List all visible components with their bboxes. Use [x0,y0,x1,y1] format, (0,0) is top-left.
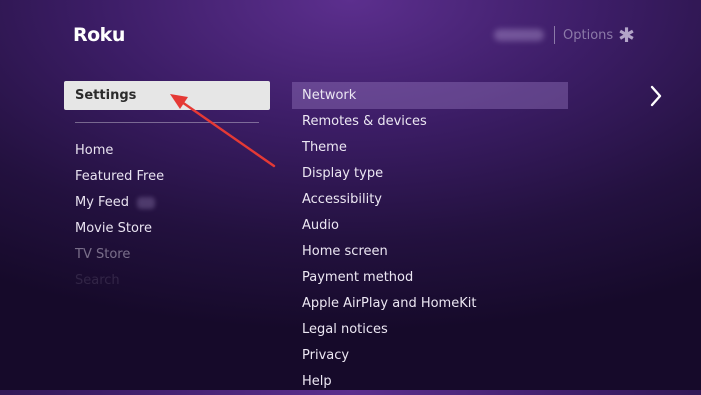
settings-item-remotes-devices[interactable]: Remotes & devices [302,109,476,135]
settings-item-label: Legal notices [302,322,388,337]
settings-item-label: Accessibility [302,192,382,207]
settings-item-audio[interactable]: Audio [302,213,476,239]
settings-item-theme[interactable]: Theme [302,135,476,161]
sidebar-divider [75,122,259,123]
settings-item-help[interactable]: Help [302,369,476,395]
settings-item-label: Remotes & devices [302,114,427,129]
sidebar-item-home[interactable]: Home [75,138,164,164]
chevron-right-icon[interactable] [646,84,666,108]
options-bar: Options ✱ [494,25,635,45]
settings-item-accessibility[interactable]: Accessibility [302,187,476,213]
settings-item-label: Help [302,374,332,389]
settings-item-label: Audio [302,218,339,233]
settings-item-privacy[interactable]: Privacy [302,343,476,369]
settings-menu: Network Remotes & devices Theme Display … [302,82,476,395]
settings-item-label: Apple AirPlay and HomeKit [302,296,477,311]
sidebar-item-label: My Feed [75,195,130,210]
sidebar-item-label: Home [75,143,114,158]
sidebar-item-label: Movie Store [75,221,152,236]
sidebar-item-movie-store[interactable]: Movie Store [75,216,164,242]
options-label[interactable]: Options [563,28,613,43]
settings-item-legal-notices[interactable]: Legal notices [302,317,476,343]
sidebar-item-settings[interactable]: Settings [64,81,270,110]
sidebar-item-my-feed[interactable]: My Feed [75,190,164,216]
topbar-divider [554,26,555,44]
roku-home-screen: Roku Options ✱ Settings Home Featured Fr… [0,0,701,390]
roku-logo: Roku [73,24,125,46]
sidebar-item-label: Featured Free [75,169,165,184]
sidebar-item-search[interactable]: Search [75,268,164,294]
sidebar-item-featured-free[interactable]: Featured Free [75,164,164,190]
sidebar-menu: Home Featured Free My Feed Movie Store T… [75,138,164,294]
settings-item-label: Privacy [302,348,350,363]
settings-item-display-type[interactable]: Display type [302,161,476,187]
blurred-clock [494,29,544,41]
settings-item-home-screen[interactable]: Home screen [302,239,476,265]
asterisk-icon[interactable]: ✱ [618,25,635,45]
settings-item-label: Home screen [302,244,388,259]
sidebar-item-label: TV Store [75,247,131,262]
settings-item-network[interactable]: Network [302,82,476,109]
settings-item-label: Network [302,87,357,103]
settings-item-payment-method[interactable]: Payment method [302,265,476,291]
settings-item-label: Theme [302,140,347,155]
blurred-badge [137,197,156,209]
settings-item-label: Payment method [302,270,414,285]
settings-item-airplay-homekit[interactable]: Apple AirPlay and HomeKit [302,291,476,317]
sidebar-item-tv-store[interactable]: TV Store [75,242,164,268]
sidebar-item-label: Search [75,273,120,288]
settings-item-label: Display type [302,166,384,181]
